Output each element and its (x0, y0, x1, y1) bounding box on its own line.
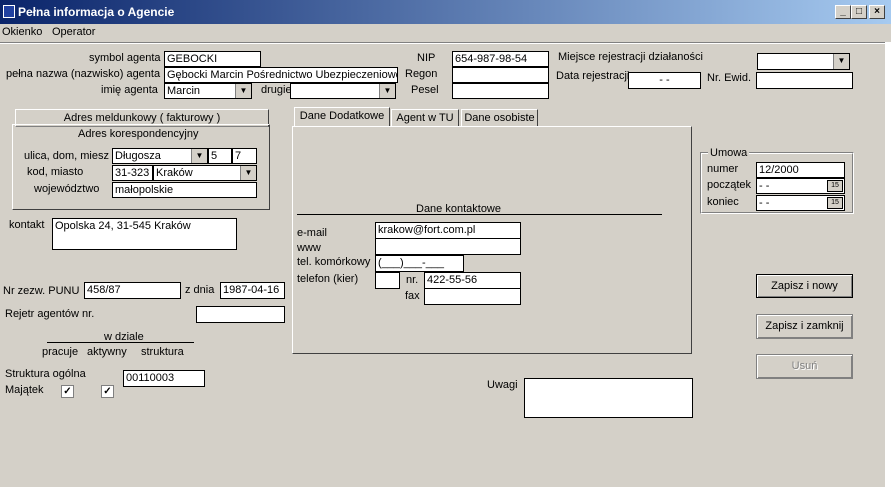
street-select[interactable]: Długosza ▼ (112, 148, 208, 164)
save-and-new-button[interactable]: Zapisz i nowy (756, 274, 853, 298)
ewid-field[interactable] (756, 72, 853, 89)
contact-label: kontakt (9, 219, 45, 231)
voivodeship-label: województwo (34, 183, 100, 195)
punu-date-field[interactable]: 1987-04-16 (220, 282, 285, 299)
symbol-field[interactable]: GEBOCKI (164, 51, 261, 67)
window-edge (885, 42, 891, 487)
umowa-end-field[interactable]: - - 15 (756, 195, 845, 211)
save-and-close-button[interactable]: Zapisz i zamknij (756, 314, 853, 339)
chevron-down-icon[interactable]: ▼ (833, 54, 849, 69)
mobile-field[interactable]: (___)___-___ (375, 255, 464, 272)
symbol-label: symbol agenta (89, 52, 161, 64)
second-name-label: drugie (261, 84, 292, 96)
phone-label: telefon (kier) (297, 273, 359, 285)
www-label: www (297, 242, 321, 254)
street-value: Długosza (115, 150, 161, 162)
ewid-label: Nr. Ewid. (707, 72, 752, 84)
chevron-down-icon[interactable]: ▼ (191, 149, 207, 163)
umowa-heading: Umowa (708, 147, 750, 159)
contact-data-divider (297, 214, 662, 215)
structure-field[interactable]: 00110003 (123, 370, 205, 387)
pesel-field[interactable] (452, 83, 549, 99)
nr-label: nr. (406, 274, 419, 286)
umowa-end-label: koniec (707, 196, 739, 208)
notes-field[interactable] (524, 378, 693, 418)
contact-field[interactable]: Opolska 24, 31-545 Kraków (52, 218, 237, 250)
close-button[interactable]: × (869, 5, 885, 19)
registration-date-field[interactable]: - - (628, 72, 701, 89)
city-value: Kraków (156, 167, 193, 179)
punu-label: Nr zezw. PUNU (3, 285, 80, 297)
pracuje-checkbox[interactable]: ✓ (61, 385, 74, 398)
tab-korespondencyjny[interactable]: Adres korespondencyjny (78, 128, 198, 140)
second-name-select[interactable]: ▼ (290, 83, 396, 99)
col-struktura: struktura (141, 346, 184, 358)
app-icon (3, 5, 15, 18)
mobile-label: tel. komórkowy (297, 256, 371, 268)
fax-field[interactable] (424, 288, 521, 305)
email-label: e-mail (297, 227, 327, 239)
department-divider (47, 342, 194, 343)
punu-field[interactable]: 458/87 (84, 282, 181, 299)
postcode-field[interactable]: 31-323 (112, 165, 153, 181)
umowa-start-label: początek (707, 179, 752, 191)
register-field[interactable] (196, 306, 285, 323)
nip-field[interactable]: 654-987-98-54 (452, 51, 549, 67)
majatek-label: Majątek (5, 384, 44, 396)
firstname-value: Marcin (167, 85, 201, 97)
notes-label: Uwagi (487, 379, 518, 391)
email-field[interactable]: krakow@fort.com.pl (375, 222, 521, 239)
umowa-end-value: - - (759, 197, 770, 209)
regon-field[interactable] (452, 67, 549, 83)
umowa-numer-label: numer (707, 163, 739, 175)
calendar-icon[interactable]: 15 (827, 197, 843, 209)
aktywny-checkbox[interactable]: ✓ (101, 385, 114, 398)
city-select[interactable]: Kraków ▼ (153, 165, 257, 181)
nip-label: NIP (417, 52, 436, 64)
tab-agent-w-tu[interactable]: Agent w TU (391, 109, 459, 127)
registration-place-select[interactable]: ▼ (757, 53, 850, 70)
voivodeship-field[interactable]: małopolskie (112, 182, 257, 198)
menu-okienko[interactable]: Okienko (2, 26, 42, 38)
punu-date-label: z dnia (185, 284, 215, 296)
chevron-down-icon[interactable]: ▼ (379, 84, 395, 98)
regon-label: Regon (405, 68, 438, 80)
firstname-label: imię agenta (101, 84, 158, 96)
fullname-field[interactable]: Gębocki Marcin Pośrednictwo Ubezpieczeni… (164, 67, 398, 83)
calendar-icon[interactable]: 15 (827, 180, 843, 192)
umowa-start-field[interactable]: - - 15 (756, 178, 845, 194)
delete-button[interactable]: Usuń (756, 354, 853, 379)
menu-operator[interactable]: Operator (52, 26, 95, 38)
menu-divider (0, 42, 885, 44)
chevron-down-icon[interactable]: ▼ (240, 166, 256, 180)
city-label: kod, miasto (27, 166, 84, 178)
tab-dane-osobiste[interactable]: Dane osobiste (461, 109, 538, 127)
chevron-down-icon[interactable]: ▼ (235, 84, 251, 98)
flat-number-field[interactable]: 7 (232, 148, 257, 164)
house-number-field[interactable]: 5 (208, 148, 232, 164)
register-label: Rejetr agentów nr. (5, 308, 95, 320)
minimize-button[interactable]: _ (835, 5, 851, 19)
phone-field[interactable]: 422-55-56 (424, 272, 521, 289)
tab-dane-dodatkowe[interactable]: Dane Dodatkowe (294, 107, 390, 127)
registration-place-label: Miejsce rejestracji działaności (558, 51, 703, 63)
umowa-start-value: - - (759, 180, 770, 192)
fullname-label: pełna nazwa (nazwisko) agenta (6, 68, 161, 80)
fax-label: fax (405, 290, 420, 302)
www-field[interactable] (375, 238, 521, 255)
structure-label: Struktura ogólna (5, 368, 86, 380)
registration-date-label: Data rejestracji (556, 70, 630, 82)
window-title: Pełna informacja o Agencie (18, 5, 175, 19)
maximize-button[interactable]: □ (851, 5, 867, 19)
col-aktywny: aktywny (87, 346, 127, 358)
pesel-label: Pesel (411, 84, 439, 96)
phone-prefix-field[interactable] (375, 272, 400, 289)
col-pracuje: pracuje (42, 346, 79, 358)
firstname-select[interactable]: Marcin ▼ (164, 83, 252, 99)
umowa-numer-field[interactable]: 12/2000 (756, 162, 845, 178)
street-label: ulica, dom, miesz (24, 150, 109, 162)
